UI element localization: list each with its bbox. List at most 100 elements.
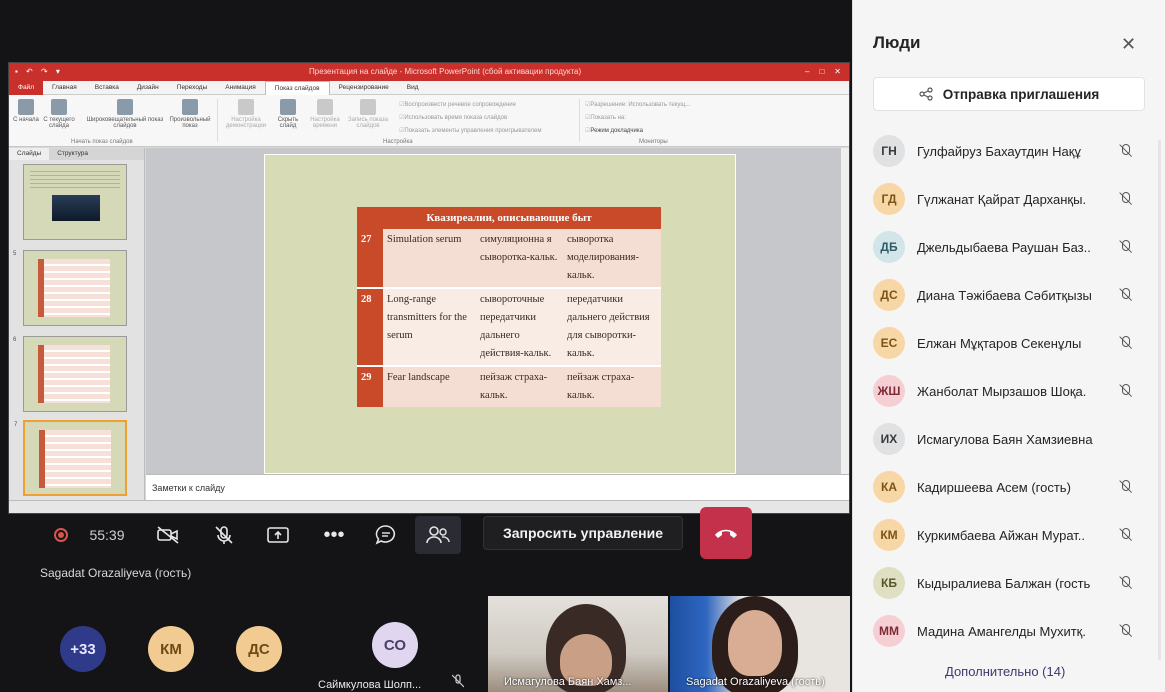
participant-row[interactable]: ЖШ Жанболат Мырзашов Шоқа.: [873, 371, 1153, 411]
participant-name: Исмагулова Баян Хамзиевна: [917, 431, 1093, 447]
participant-avatar: КБ: [873, 567, 905, 599]
mic-off-icon: [1117, 239, 1133, 255]
participant-name: Жанболат Мырзашов Шоқа.: [917, 383, 1087, 399]
participant-avatar: ДБ: [873, 231, 905, 263]
more-participants-badge[interactable]: +33: [60, 626, 106, 672]
share-screen-icon: [267, 527, 289, 543]
tab-slides: Слайды: [9, 148, 50, 160]
mic-off-icon: [1117, 143, 1133, 159]
participant-row[interactable]: КА Кадиршеева Асем (гость): [873, 467, 1153, 507]
quick-access-toolbar: ▪ ↶ ↷ ▾: [15, 67, 63, 76]
maximize-icon: □: [819, 67, 825, 76]
translation-2: передатчики дальнего действия для сыворо…: [563, 289, 661, 365]
ppt-ribbon-tabs: Файл Главная Вставка Дизайн Переходы Ани…: [9, 80, 849, 95]
timings-checkbox: Использовать время показа слайдов: [399, 114, 507, 121]
participant-avatar: КМ: [148, 626, 194, 672]
tab-design: Дизайн: [136, 83, 159, 91]
chat-button[interactable]: [370, 516, 402, 554]
ppt-ribbon: С начала С текущего слайда Широковещател…: [9, 95, 849, 147]
row-number: 29: [357, 367, 383, 407]
start-from-current-button: С текущего слайда: [41, 99, 77, 129]
ribbon-separator: [217, 99, 218, 142]
slide-canvas: Квазиреалии, описывающие быт 27 Simulati…: [146, 148, 841, 474]
current-slide: Квазиреалии, описывающие быт 27 Simulati…: [264, 154, 736, 474]
participant-avatar: ММ: [873, 615, 905, 647]
media-controls-checkbox: Показать элементы управления проигрывате…: [399, 127, 541, 134]
camera-off-button[interactable]: [152, 516, 184, 554]
participant-row[interactable]: ЕС Елжан Мұқтаров Секенұлы: [873, 323, 1153, 363]
close-icon: ✕: [1121, 34, 1137, 54]
show-on-dropdown: Показать на:: [585, 114, 626, 121]
row-number: 28: [357, 289, 383, 365]
tab-review: Рецензирование: [338, 83, 389, 91]
participant-avatar: СО: [372, 622, 418, 668]
participant-row[interactable]: КБ Кыдыралиева Балжан (гость: [873, 563, 1153, 603]
minimize-icon: –: [805, 67, 810, 76]
mic-off-icon: [1117, 479, 1133, 495]
participant-row[interactable]: ДС Диана Тәжібаева Сәбитқызы: [873, 275, 1153, 315]
presenter-name: Sagadat Orazaliyeva (гость): [40, 566, 192, 580]
close-panel-button[interactable]: ✕: [1121, 34, 1136, 55]
people-panel-title: Люди: [873, 33, 921, 52]
slide-thumbnail-image: [52, 195, 100, 221]
participant-row[interactable]: ДБ Джельдыбаева Раушан Баз..: [873, 227, 1153, 267]
participant-row[interactable]: КМ Куркимбаева Айжан Мурат..: [873, 515, 1153, 555]
participants-button[interactable]: [415, 516, 461, 554]
row-number: 27: [357, 229, 383, 287]
record-show-button: Запись показа слайдов: [345, 99, 391, 129]
share-screen-button[interactable]: [262, 516, 294, 554]
participant-row[interactable]: ГН Гулфайруз Бахаутдин Нақұ: [873, 131, 1153, 171]
teams-meeting-window: ▪ ↶ ↷ ▾ Презентация на слайде - Microsof…: [0, 0, 1165, 692]
hide-slide-icon: [280, 99, 296, 115]
hide-slide-button: Скрыть слайд: [271, 99, 305, 129]
more-actions-button[interactable]: •••: [318, 516, 350, 554]
send-invite-button[interactable]: Отправка приглашения: [873, 77, 1145, 111]
slide-thumbnail: [23, 164, 127, 240]
mic-off-icon: [1117, 383, 1133, 399]
participant-row[interactable]: ИХ Исмагулова Баян Хамзиевна: [873, 419, 1153, 459]
slides-panel-tabs: Слайды Структура: [9, 148, 144, 160]
slides-panel: Слайды Структура 5 6 7: [9, 148, 145, 500]
tab-transitions: Переходы: [176, 83, 208, 91]
translation-2: сыворотка моделирования-кальк.: [563, 229, 661, 287]
people-scrollbar[interactable]: [1158, 140, 1161, 660]
participant-avatar: ИХ: [873, 423, 905, 455]
participant-name: Саймкулова Шолп...: [318, 679, 422, 691]
more-participants-link[interactable]: Дополнительно (14): [945, 664, 1065, 679]
more-icon: •••: [323, 523, 345, 546]
mic-off-icon: [1117, 527, 1133, 543]
participant-name: Гүлжанат Қайрат Дарханқы.: [917, 191, 1087, 207]
request-control-button[interactable]: Запросить управление: [483, 516, 683, 550]
translation-1: пейзаж страха-кальк.: [476, 367, 563, 407]
slide-thumbnail-selected: 7: [14, 420, 127, 496]
participant-avatar: ГН: [873, 135, 905, 167]
ribbon-separator: [579, 99, 580, 142]
chat-icon: [375, 525, 396, 545]
share-icon: [919, 87, 933, 101]
quasi-realia-table: Квазиреалии, описывающие быт 27 Simulati…: [357, 207, 661, 407]
tab-outline: Структура: [57, 150, 89, 157]
custom-show-button: Произвольный показ: [167, 99, 213, 129]
mute-button[interactable]: [208, 516, 240, 554]
ppt-title-bar: ▪ ↶ ↷ ▾ Презентация на слайде - Microsof…: [9, 63, 849, 81]
participant-row[interactable]: ГД Гүлжанат Қайрат Дарханқы.: [873, 179, 1153, 219]
start-from-beginning-button: С начала: [11, 99, 41, 123]
table-row: 27 Simulation serum симуляционна я сывор…: [357, 229, 661, 287]
mic-off-icon: [1117, 575, 1133, 591]
english-term: Simulation serum: [383, 229, 476, 287]
video-tile-name: Sagadat Orazaliyeva (гость): [686, 676, 825, 688]
ppt-document-title: Презентация на слайде - Microsoft PowerP…: [309, 67, 582, 76]
participant-row[interactable]: ММ Мадина Амангелды Мухитқ.: [873, 611, 1153, 651]
broadcast-icon: [117, 99, 133, 115]
english-term: Long-range transmitters for the serum: [383, 289, 476, 365]
broadcast-button: Широковещательный показ слайдов: [83, 99, 167, 129]
people-panel: Люди ✕ Отправка приглашения ГН Гулфайруз…: [852, 0, 1165, 692]
hang-up-icon: [715, 529, 737, 538]
participant-name: Диана Тәжібаева Сәбитқызы: [917, 287, 1092, 303]
group-start-label: Начать показ слайдов: [71, 139, 133, 145]
slide-scrollbar: [841, 148, 849, 474]
participant-avatar: КА: [873, 471, 905, 503]
leave-call-button[interactable]: [700, 507, 752, 559]
translation-1: сывороточные передатчики дальнего действ…: [476, 289, 563, 365]
participants-icon: [426, 526, 450, 544]
